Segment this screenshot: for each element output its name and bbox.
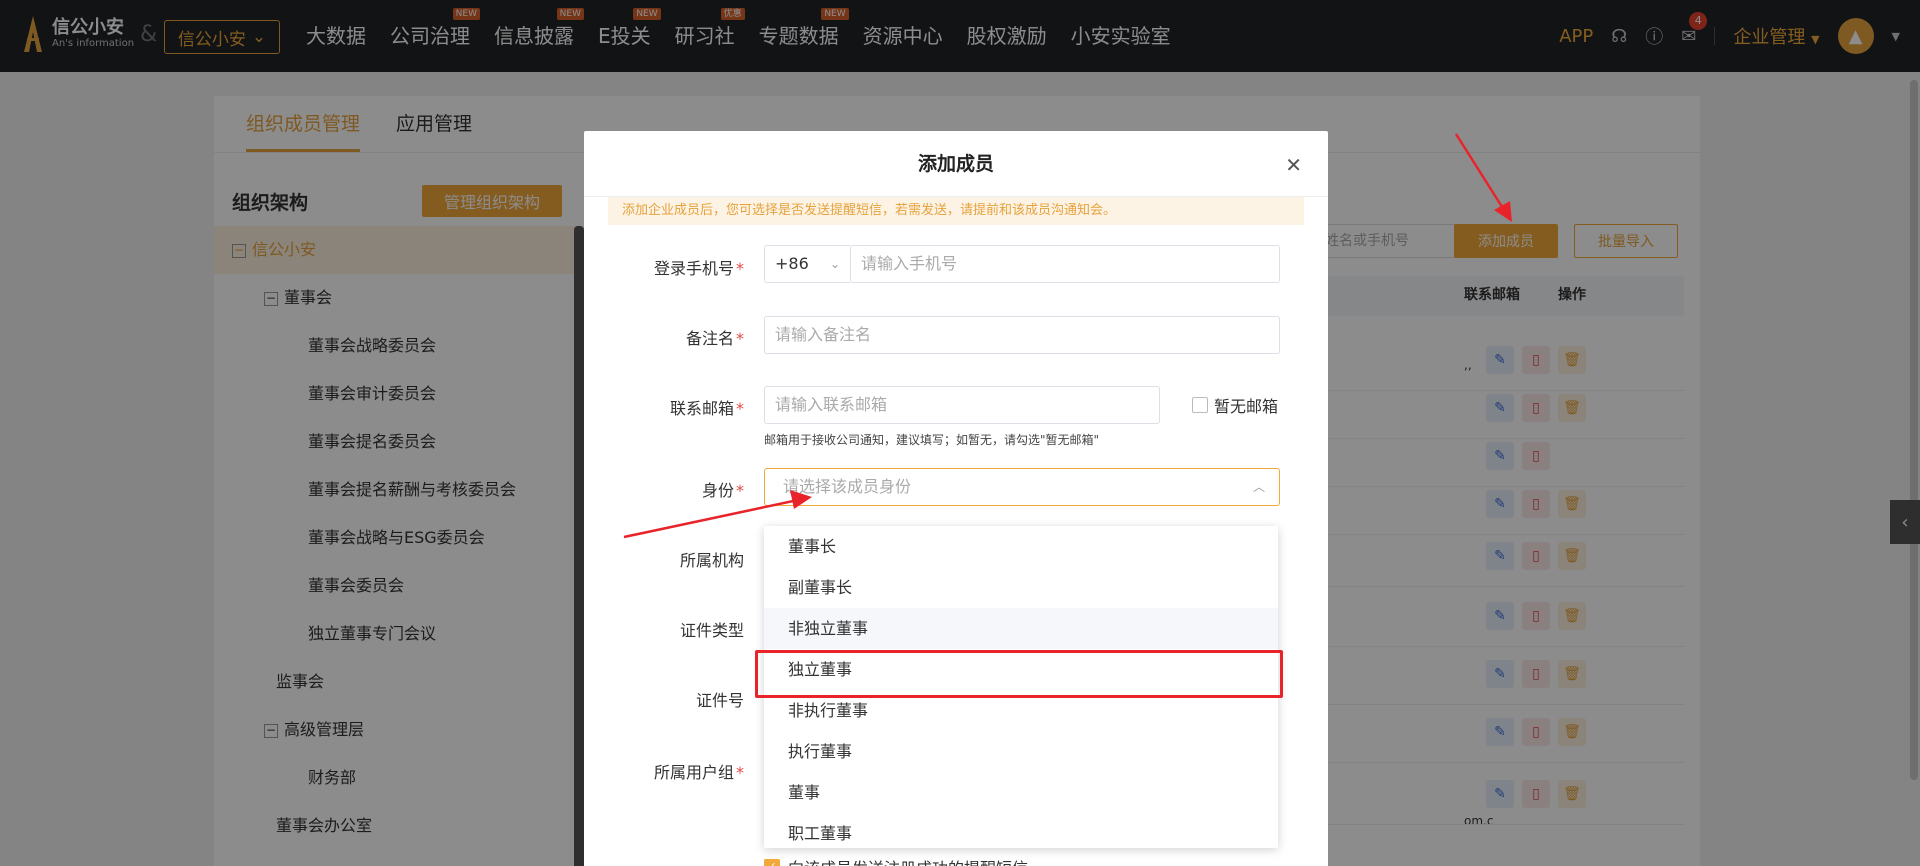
phone-label-text: 登录手机号 bbox=[653, 259, 734, 278]
user-group-label: 所属用户组 * bbox=[594, 759, 744, 783]
identity-label: 身份 * bbox=[594, 477, 744, 501]
remark-label: 备注名 * bbox=[594, 325, 744, 349]
remark-label-text: 备注名 bbox=[685, 329, 734, 348]
checkbox-box[interactable] bbox=[1192, 397, 1208, 413]
required-mark: * bbox=[736, 399, 744, 418]
no-email-label: 暂无邮箱 bbox=[1214, 397, 1279, 416]
cert-no-label: 证件号 bbox=[695, 691, 744, 710]
dialog-title: 添加成员 bbox=[584, 131, 1328, 197]
send-sms-checkbox[interactable]: ✓ 向该成员发送注册成功的提醒短信 bbox=[764, 855, 1028, 866]
country-code-value: +86 bbox=[775, 254, 809, 273]
dropdown-option[interactable]: 董事 bbox=[764, 772, 1278, 813]
dropdown-option[interactable]: 非独立董事 bbox=[764, 608, 1278, 649]
dropdown-option[interactable]: 副董事长 bbox=[764, 567, 1278, 608]
send-sms-label: 向该成员发送注册成功的提醒短信 bbox=[788, 855, 1028, 866]
remark-input[interactable]: 请输入备注名 bbox=[764, 316, 1280, 354]
phone-input[interactable]: 请输入手机号 bbox=[850, 245, 1280, 283]
check-icon[interactable]: ✓ bbox=[764, 859, 780, 866]
chevron-up-icon: ︿ bbox=[1252, 480, 1265, 494]
close-icon[interactable]: ✕ bbox=[1285, 153, 1302, 177]
notice-banner: 添加企业成员后，您可选择是否发送提醒短信，若需发送，请提前和该成员沟通知会。 bbox=[608, 197, 1304, 225]
identity-select[interactable]: 请选择该成员身份 ︿ bbox=[764, 468, 1280, 506]
org-label: 所属机构 bbox=[679, 551, 744, 570]
user-group-label-text: 所属用户组 bbox=[653, 763, 734, 782]
required-mark: * bbox=[736, 329, 744, 348]
country-code-select[interactable]: +86 ⌄ bbox=[764, 245, 850, 283]
identity-label-text: 身份 bbox=[701, 481, 734, 500]
dropdown-option[interactable]: 董事长 bbox=[764, 526, 1278, 567]
email-input[interactable]: 请输入联系邮箱 bbox=[764, 386, 1160, 424]
dropdown-option[interactable]: 执行董事 bbox=[764, 731, 1278, 772]
email-label: 联系邮箱 * bbox=[594, 395, 744, 419]
email-label-text: 联系邮箱 bbox=[669, 399, 734, 418]
cert-type-label: 证件类型 bbox=[679, 621, 744, 640]
required-mark: * bbox=[736, 481, 744, 500]
dropdown-option[interactable]: 职工董事 bbox=[764, 813, 1278, 848]
phone-label: 登录手机号 * bbox=[594, 255, 744, 279]
email-hint: 邮箱用于接收公司通知，建议填写；如暂无，请勾选"暂无邮箱" bbox=[764, 433, 1100, 447]
highlight-box bbox=[755, 650, 1283, 698]
required-mark: * bbox=[736, 259, 744, 278]
no-email-checkbox[interactable]: 暂无邮箱 bbox=[1192, 393, 1278, 417]
chevron-down-icon: ⌄ bbox=[829, 257, 840, 271]
identity-placeholder: 请选择该成员身份 bbox=[783, 477, 912, 496]
required-mark: * bbox=[736, 763, 744, 782]
